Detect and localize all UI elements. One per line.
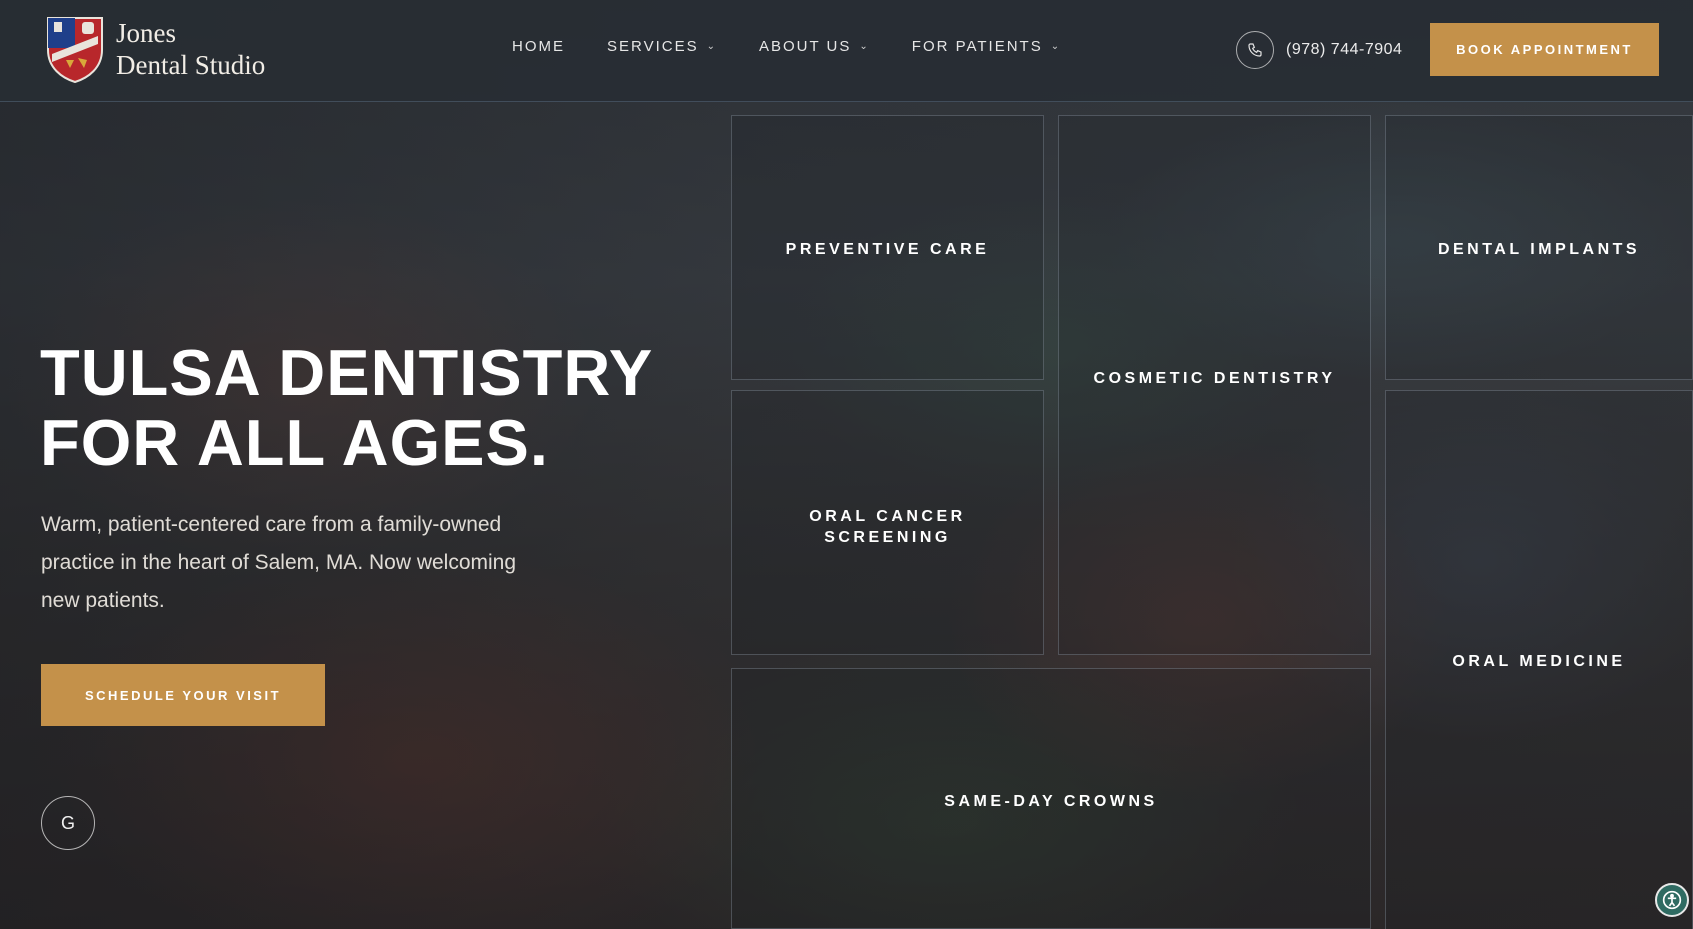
accessibility-button[interactable]: [1655, 883, 1689, 917]
service-tile-label: COSMETIC DENTISTRY: [1093, 370, 1336, 387]
nav-item-label: HOME: [512, 38, 565, 55]
site-header: Jones Dental Studio HOME SERVICES ⌄ ABOU…: [0, 0, 1693, 102]
chevron-down-icon: ⌄: [859, 41, 870, 52]
service-tile-label: ORAL CANCER SCREENING: [809, 508, 966, 546]
brand-name-line1: Jones: [116, 18, 176, 48]
schedule-visit-button[interactable]: SCHEDULE YOUR VISIT: [41, 664, 325, 726]
phone-icon: [1236, 31, 1274, 69]
brand-name: Jones Dental Studio: [116, 17, 265, 81]
nav-item-services[interactable]: SERVICES ⌄: [607, 38, 717, 55]
service-tile-cosmetic-dentistry[interactable]: COSMETIC DENTISTRY: [1058, 115, 1371, 655]
nav-item-home[interactable]: HOME: [512, 38, 565, 55]
hero-title: TULSA DENTISTRY FOR ALL AGES.: [40, 338, 680, 478]
google-reviews-badge[interactable]: G: [41, 796, 95, 850]
service-tile-label: PREVENTIVE CARE: [785, 241, 990, 258]
crest-icon: [47, 17, 103, 84]
service-tile-label: DENTAL IMPLANTS: [1437, 241, 1641, 258]
brand-logo[interactable]: Jones Dental Studio: [44, 14, 265, 84]
nav-item-about-us[interactable]: ABOUT US ⌄: [759, 38, 870, 55]
service-tile-oral-cancer-screening[interactable]: ORAL CANCER SCREENING: [731, 390, 1044, 655]
service-tile-label: ORAL MEDICINE: [1452, 653, 1626, 670]
service-tile-label: SAME-DAY CROWNS: [944, 793, 1158, 810]
chevron-down-icon: ⌄: [1050, 41, 1062, 52]
nav-item-label: FOR PATIENTS: [911, 38, 1043, 55]
hero-subtitle: Warm, patient-centered care from a famil…: [41, 513, 517, 612]
nav-item-label: SERVICES: [607, 38, 699, 55]
hero-title-line1: TULSA DENTISTRY: [40, 336, 654, 409]
main-nav: HOME SERVICES ⌄ ABOUT US ⌄ FOR PATIENTS …: [512, 38, 1103, 55]
chevron-down-icon: ⌄: [706, 41, 717, 52]
service-tile-same-day-crowns[interactable]: SAME-DAY CROWNS: [731, 668, 1371, 929]
nav-item-label: ABOUT US: [758, 38, 852, 55]
service-tile-dental-implants[interactable]: DENTAL IMPLANTS: [1385, 115, 1693, 380]
brand-name-line2: Dental Studio: [116, 50, 266, 80]
accessibility-icon: [1662, 890, 1682, 910]
book-appointment-button[interactable]: BOOK APPOINTMENT: [1430, 23, 1659, 76]
phone-number: (978) 744-7904: [1286, 41, 1403, 58]
nav-item-for-patients[interactable]: FOR PATIENTS ⌄: [912, 38, 1061, 55]
service-tile-preventive-care[interactable]: PREVENTIVE CARE: [731, 115, 1044, 380]
service-tile-oral-medicine[interactable]: ORAL MEDICINE: [1385, 390, 1693, 929]
phone-link[interactable]: (978) 744-7904: [1236, 31, 1402, 69]
hero-title-line2: FOR ALL AGES.: [40, 406, 549, 479]
